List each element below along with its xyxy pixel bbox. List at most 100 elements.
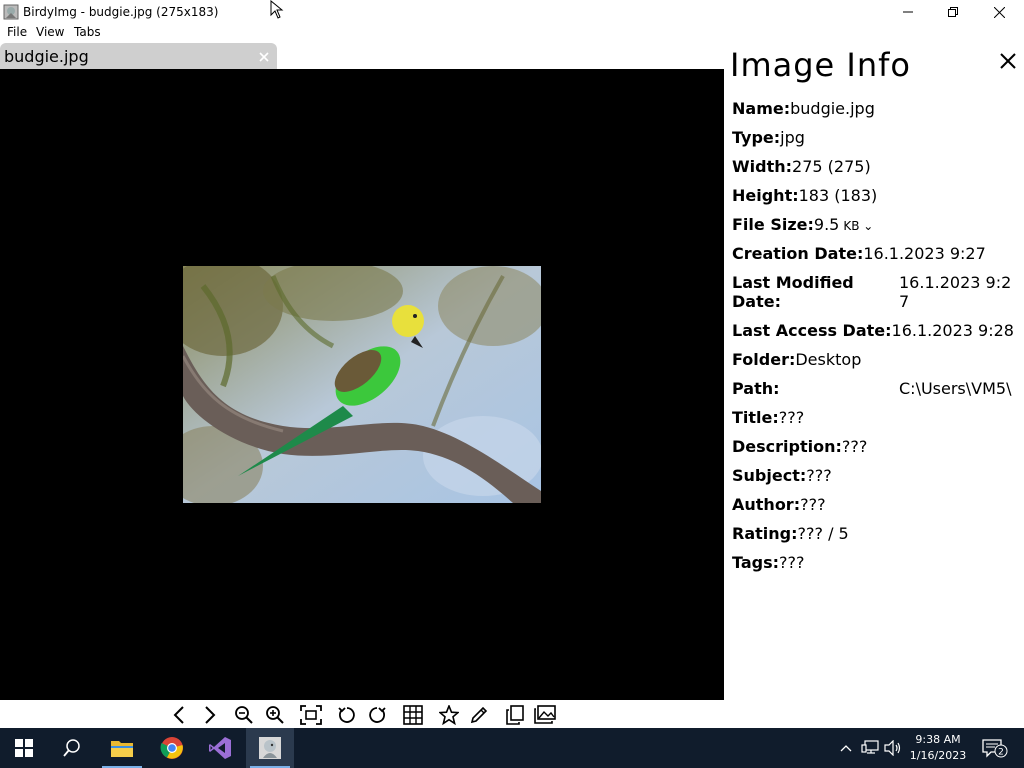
info-value: budgie.jpg <box>790 99 875 118</box>
info-value: 16.1.2023 9:27 <box>899 273 1011 311</box>
visual-studio-icon[interactable] <box>196 728 244 768</box>
chrome-icon[interactable] <box>148 728 196 768</box>
info-row-title: Title:??? <box>732 408 804 427</box>
chevron-up-icon[interactable] <box>836 738 856 758</box>
info-row-tags: Tags:??? <box>732 553 805 572</box>
info-label: Title: <box>732 408 779 427</box>
close-window-button[interactable] <box>976 0 1022 24</box>
taskbar-clock[interactable]: 9:38 AM 1/16/2023 <box>906 732 970 764</box>
info-value-line: 16.1.2023 9:2 <box>899 273 1012 292</box>
info-value: 16.1.2023 9:27 <box>863 244 986 263</box>
info-label: Name: <box>732 99 791 118</box>
chevron-right-icon[interactable] <box>197 703 221 727</box>
menu-bar: File View Tabs <box>0 24 724 42</box>
info-row-file-size: File Size:9.5 KB ⌄ <box>732 215 873 236</box>
info-label: Rating: <box>732 524 798 543</box>
copy-icon[interactable] <box>503 703 527 727</box>
info-value: 275 (275) <box>792 157 871 176</box>
zoom-out-icon[interactable] <box>232 703 256 727</box>
file-explorer-icon[interactable] <box>98 728 146 768</box>
info-value: ??? <box>800 495 826 514</box>
info-value: ??? / 5 <box>797 524 849 543</box>
info-label: Last Modified Date: <box>732 273 899 311</box>
info-row-last-modified: Last Modified Date:16.1.2023 9:2 7 <box>732 273 1011 311</box>
info-value: ??? <box>779 553 805 572</box>
star-icon[interactable] <box>437 703 461 727</box>
restore-button[interactable] <box>930 0 976 24</box>
info-label: Creation Date: <box>732 244 864 263</box>
tab-budgie[interactable]: budgie.jpg <box>0 43 277 69</box>
notification-count: 2 <box>998 748 1004 758</box>
volume-icon[interactable] <box>883 738 903 758</box>
info-value: Desktop <box>795 350 862 369</box>
info-row-rating: Rating:??? / 5 <box>732 524 849 543</box>
size-unit-select[interactable]: KB ⌄ <box>843 219 873 233</box>
info-row-type: Type:jpg <box>732 128 805 147</box>
info-heading: Image Info <box>730 46 911 84</box>
info-value: ??? <box>778 408 805 427</box>
info-label: Width: <box>732 157 793 176</box>
info-label: Description: <box>732 437 842 456</box>
info-row-author: Author:??? <box>732 495 826 514</box>
tab-close-icon[interactable] <box>257 49 271 63</box>
info-value: 183 (183) <box>798 186 878 205</box>
info-value: C:\Users\VM5\ <box>899 379 1012 398</box>
info-row-folder: Folder:Desktop <box>732 350 861 369</box>
info-label: Author: <box>732 495 801 514</box>
budgie-photo <box>183 266 541 503</box>
clock-date: 1/16/2023 <box>909 749 967 762</box>
info-label: Folder: <box>732 350 796 369</box>
menu-file[interactable]: File <box>7 25 27 39</box>
info-value: jpg <box>780 128 805 147</box>
bottom-toolbar <box>0 700 724 728</box>
info-label-line: Last Modified <box>732 273 854 292</box>
images-icon[interactable] <box>533 703 557 727</box>
pencil-icon[interactable] <box>467 703 491 727</box>
info-label: Tags: <box>732 553 780 572</box>
info-row-last-access: Last Access Date:16.1.2023 9:28 <box>732 321 1014 340</box>
info-label: Height: <box>732 186 799 205</box>
info-row-path: Path: C:\Users\VM5\ <box>732 379 1011 398</box>
title-bar: BirdyImg - budgie.jpg (275x183) <box>0 0 1024 24</box>
close-info-icon[interactable] <box>998 51 1018 71</box>
rotate-right-icon[interactable] <box>365 703 389 727</box>
tab-label: budgie.jpg <box>4 47 89 66</box>
taskbar: 9:38 AM 1/16/2023 2 <box>0 728 1024 768</box>
mouse-cursor-icon <box>270 0 286 20</box>
menu-tabs[interactable]: Tabs <box>74 25 101 39</box>
info-row-description: Description:??? <box>732 437 867 456</box>
network-icon[interactable] <box>860 738 880 758</box>
start-icon[interactable] <box>0 728 48 768</box>
notifications-icon[interactable]: 2 <box>982 738 1008 758</box>
info-label: Subject: <box>732 466 807 485</box>
window-title: BirdyImg - budgie.jpg (275x183) <box>23 5 219 19</box>
info-label: Path: <box>732 379 780 398</box>
info-value: ??? <box>806 466 832 485</box>
info-row-subject: Subject:??? <box>732 466 832 485</box>
info-row-creation-date: Creation Date:16.1.2023 9:27 <box>732 244 986 263</box>
chevron-down-icon: ⌄ <box>863 219 874 233</box>
menu-view[interactable]: View <box>36 25 64 39</box>
info-value: 16.1.2023 9:28 <box>891 321 1014 340</box>
size-unit-label: KB <box>843 219 860 233</box>
info-row-width: Width:275 (275) <box>732 157 871 176</box>
info-row-height: Height:183 (183) <box>732 186 877 205</box>
chevron-left-icon[interactable] <box>168 703 192 727</box>
info-label-line: Date: <box>732 292 781 311</box>
clock-time: 9:38 AM <box>915 733 961 746</box>
fit-screen-icon[interactable] <box>299 703 323 727</box>
info-label: File Size: <box>732 215 814 234</box>
grid-icon[interactable] <box>401 703 425 727</box>
minimize-button[interactable] <box>885 0 931 24</box>
search-icon[interactable] <box>48 728 96 768</box>
app-icon <box>3 4 19 20</box>
info-label: Type: <box>732 128 781 147</box>
birdyimg-icon[interactable] <box>246 728 294 768</box>
zoom-in-icon[interactable] <box>263 703 287 727</box>
rotate-left-icon[interactable] <box>335 703 359 727</box>
info-label: Last Access Date: <box>732 321 892 340</box>
info-value: ??? <box>841 437 868 456</box>
info-row-name: Name:budgie.jpg <box>732 99 875 118</box>
image-viewer[interactable] <box>0 69 724 700</box>
info-value: 9.5 <box>813 215 840 234</box>
